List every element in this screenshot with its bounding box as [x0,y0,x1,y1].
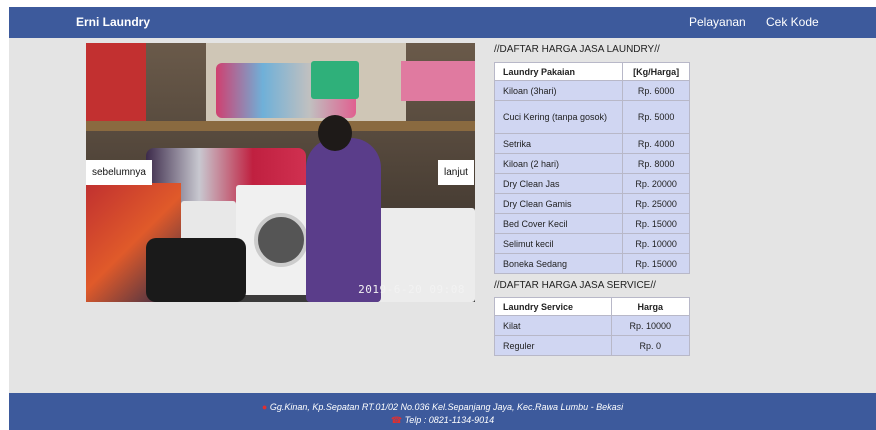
table-cell: Rp. 6000 [622,80,690,101]
carousel-prev-button[interactable]: sebelumnya [86,160,152,185]
table-header-row: Laundry Pakaian [Kg/Harga] [493,62,690,81]
table-cell: Kilat [494,315,612,336]
top-navbar: Erni Laundry Pelayanan Cek Kode [9,7,876,38]
service-price-heading: //DAFTAR HARGA JASA SERVICE// [494,280,656,291]
footer: ● Gg.Kinan, Kp.Sepatan RT.01/02 No.036 K… [9,393,876,430]
table-cell: Rp. 0 [610,335,691,356]
photo-timestamp: 2019-6-20 09:08 [358,283,465,296]
footer-phone: Telp : 0821-1134-9014 [404,415,495,425]
table-row: Selimut kecil Rp. 10000 [493,233,690,254]
table-row: Dry Clean Jas Rp. 20000 [493,173,690,194]
table-cell: Rp. 5000 [622,100,690,134]
table-cell: Dry Clean Jas [493,173,624,194]
table-row: Kiloan (2 hari) Rp. 8000 [493,153,690,174]
table-header-cell: [Kg/Harga] [622,62,690,81]
footer-address-line: ● Gg.Kinan, Kp.Sepatan RT.01/02 No.036 K… [9,402,876,412]
carousel-next-button[interactable]: lanjut [438,160,474,185]
table-cell: Rp. 8000 [622,153,690,174]
nav-link-cek-kode[interactable]: Cek Kode [766,15,819,29]
table-cell: Kiloan (3hari) [493,80,624,101]
table-cell: Rp. 25000 [622,193,690,214]
table-row: Cuci Kering (tanpa gosok) Rp. 5000 [493,100,690,134]
table-header-cell: Harga [610,297,691,316]
table-row: Kiloan (3hari) Rp. 6000 [493,80,690,101]
service-price-table: Laundry Service Harga Kilat Rp. 10000 Re… [494,297,691,356]
table-cell: Rp. 10000 [622,233,690,254]
table-row: Bed Cover Kecil Rp. 15000 [493,213,690,234]
phone-icon: ☎ [390,415,403,425]
table-row: Kilat Rp. 10000 [494,315,691,336]
table-cell: Rp. 4000 [622,133,690,154]
nav-link-pelayanan[interactable]: Pelayanan [689,15,746,29]
table-cell: Reguler [494,335,612,356]
table-cell: Rp. 10000 [610,315,691,336]
table-row: Boneka Sedang Rp. 15000 [493,253,690,274]
table-cell: Cuci Kering (tanpa gosok) [493,100,624,134]
table-row: Dry Clean Gamis Rp. 25000 [493,193,690,214]
table-cell: Dry Clean Gamis [493,193,624,214]
footer-address: Gg.Kinan, Kp.Sepatan RT.01/02 No.036 Kel… [269,402,624,412]
table-cell: Rp. 15000 [622,213,690,234]
table-cell: Selimut kecil [493,233,624,254]
brand-logo[interactable]: Erni Laundry [76,15,150,29]
table-cell: Boneka Sedang [493,253,624,274]
table-row: Reguler Rp. 0 [494,335,691,356]
footer-phone-line: ☎ Telp : 0821-1134-9014 [9,415,876,426]
table-cell: Rp. 15000 [622,253,690,274]
table-header-cell: Laundry Pakaian [493,62,624,81]
laundry-price-table: Laundry Pakaian [Kg/Harga] Kiloan (3hari… [493,62,690,274]
table-cell: Bed Cover Kecil [493,213,624,234]
table-cell: Setrika [493,133,624,154]
table-cell: Rp. 20000 [622,173,690,194]
table-cell: Kiloan (2 hari) [493,153,624,174]
table-row: Setrika Rp. 4000 [493,133,690,154]
map-pin-icon: ● [261,402,268,412]
table-header-cell: Laundry Service [494,297,612,316]
table-header-row: Laundry Service Harga [494,297,691,316]
laundry-price-heading: //DAFTAR HARGA JASA LAUNDRY// [494,44,660,55]
